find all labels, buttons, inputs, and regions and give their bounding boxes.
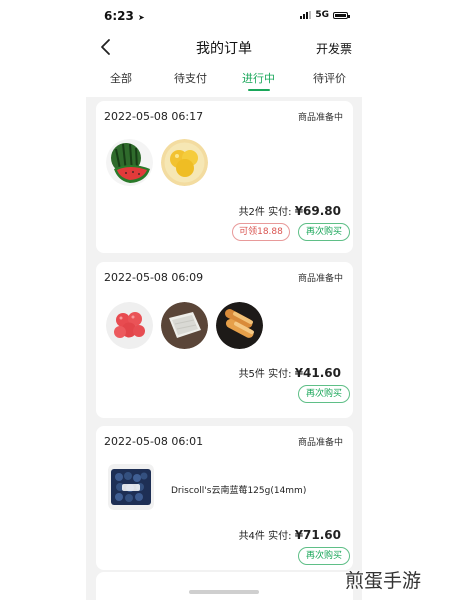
order-card[interactable]: 2022-05-08 06:01 商品准备中 Driscoll's云南蓝莓125… (96, 426, 353, 570)
rebuy-button[interactable]: 再次购买 (298, 385, 350, 403)
rebuy-button[interactable]: 再次购买 (298, 547, 350, 565)
coupon-button[interactable]: 可领18.88 (232, 223, 290, 241)
order-card[interactable]: 2022-05-08 06:17 商品准备中 共2件 实付: ¥69.80 可领… (96, 101, 353, 253)
location-arrow-icon: ➤ (138, 13, 145, 22)
status-indicators: 5G (300, 10, 350, 20)
active-tab-indicator (248, 89, 270, 91)
item-count: 共5件 (238, 369, 265, 380)
home-indicator[interactable] (189, 590, 259, 594)
watermelon-image (106, 139, 153, 186)
tab-unpaid[interactable]: 待支付 (174, 70, 207, 86)
tomatoes-image (106, 302, 153, 349)
tab-to-review[interactable]: 待评价 (313, 70, 346, 86)
status-time: 6:23 ➤ (104, 9, 145, 23)
tofu-image (161, 302, 208, 349)
yellow-melon-image (161, 139, 208, 186)
order-summary: 共2件 实付: ¥69.80 (239, 203, 341, 218)
fried-dough-image (216, 302, 263, 349)
order-tabs: 全部 待支付 进行中 待评价 (86, 70, 362, 96)
paid-label: 实付: (268, 531, 292, 542)
next-order-card-edge (96, 572, 353, 600)
watermark: 煎蛋手游 (345, 570, 422, 592)
item-count: 共4件 (238, 531, 265, 542)
invoice-button[interactable]: 开发票 (316, 40, 352, 57)
top-bar: 6:23 ➤ 5G 我的订单 开发票 全部 待支付 进行中 待评价 (86, 0, 362, 97)
blueberries-image (108, 464, 154, 510)
order-status: 商品准备中 (297, 113, 343, 123)
tab-in-progress[interactable]: 进行中 (242, 70, 275, 86)
order-date: 2022-05-08 06:09 (104, 271, 204, 284)
paid-amount: ¥41.60 (294, 366, 341, 380)
order-date: 2022-05-08 06:17 (104, 110, 204, 123)
paid-label: 实付: (268, 369, 292, 380)
rebuy-button[interactable]: 再次购买 (298, 223, 350, 241)
network-type: 5G (315, 10, 329, 20)
item-count: 共2件 (238, 207, 265, 218)
order-date: 2022-05-08 06:01 (104, 435, 204, 448)
order-summary: 共5件 实付: ¥41.60 (239, 365, 341, 380)
product-name: Driscoll's云南蓝莓125g(14mm) (171, 486, 307, 496)
battery-icon (333, 11, 350, 19)
paid-amount: ¥69.80 (294, 204, 341, 218)
paid-amount: ¥71.60 (294, 528, 341, 542)
order-status: 商品准备中 (297, 274, 343, 284)
paid-label: 实付: (268, 207, 292, 218)
signal-icon (300, 11, 312, 19)
order-summary: 共4件 实付: ¥71.60 (239, 527, 341, 542)
order-card[interactable]: 2022-05-08 06:09 商品准备中 共5件 实付: ¥41.60 再次… (96, 262, 353, 418)
tab-all[interactable]: 全部 (110, 70, 132, 86)
phone-screen: 6:23 ➤ 5G 我的订单 开发票 全部 待支付 进行中 待评价 2022-0… (86, 0, 362, 600)
order-status: 商品准备中 (297, 438, 343, 448)
